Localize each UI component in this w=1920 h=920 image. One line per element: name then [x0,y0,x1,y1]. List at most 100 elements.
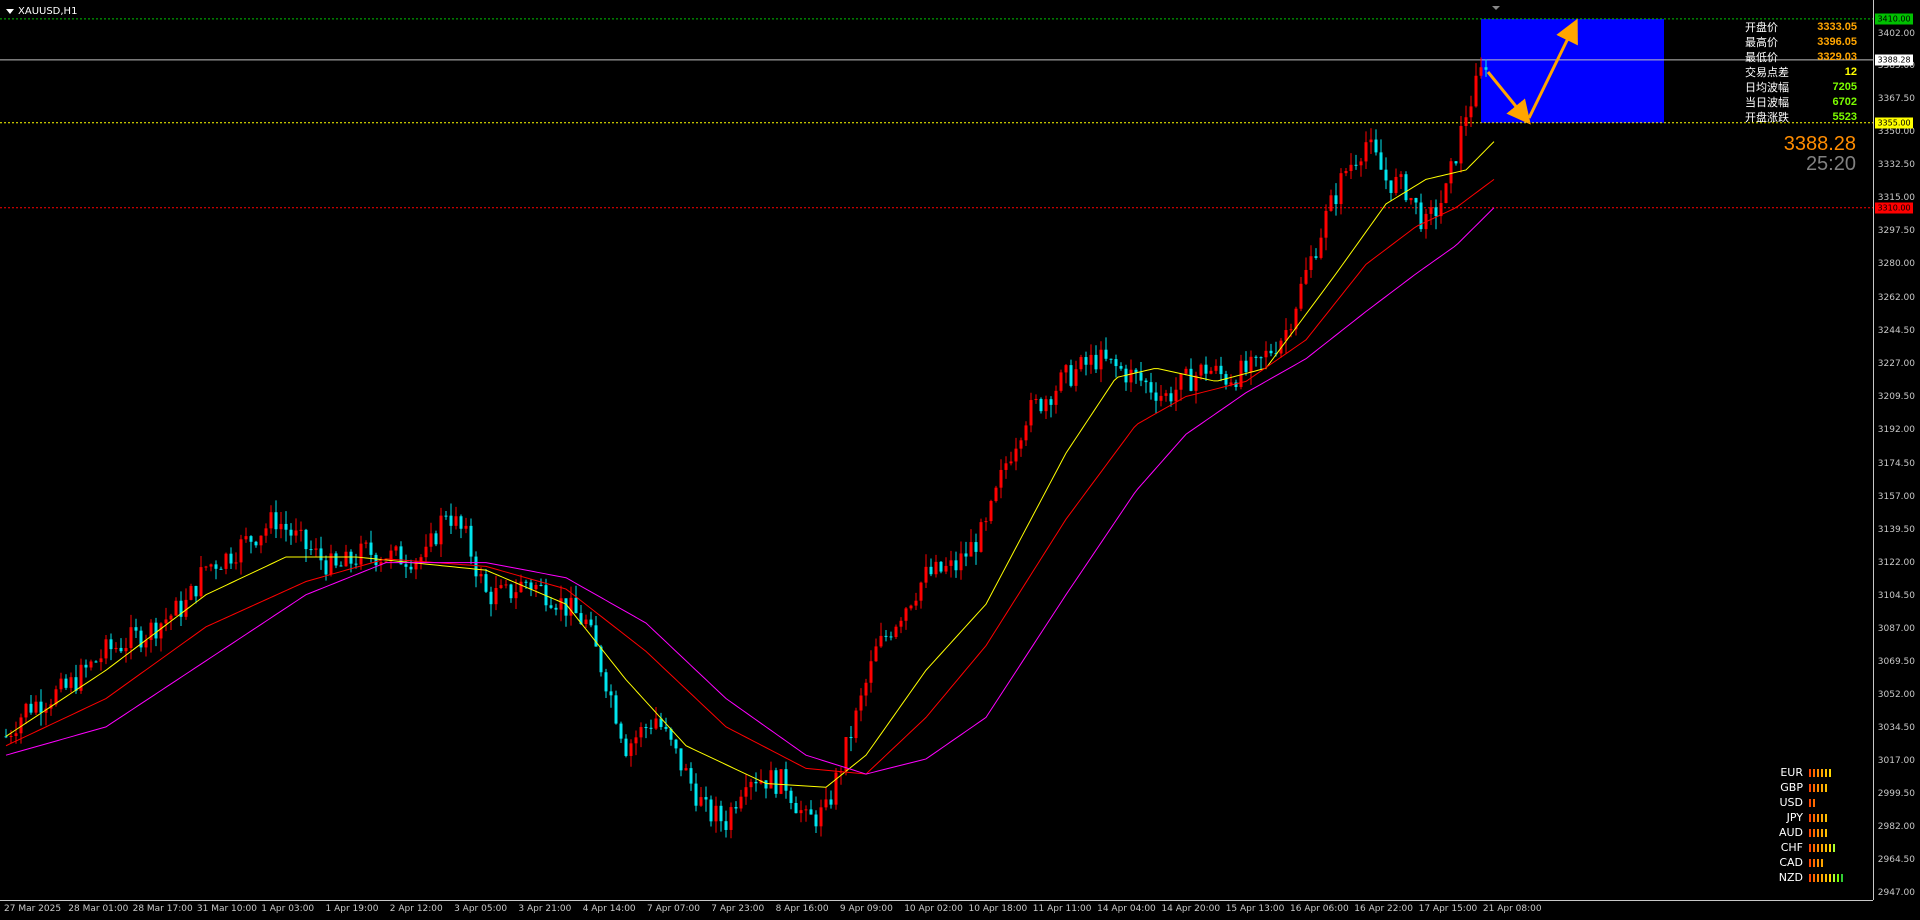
candle-body [979,522,983,552]
candle-body [459,516,463,529]
strength-bar-segment [1829,768,1831,777]
candle-body [1094,354,1098,370]
time-axis-label: 7 Apr 07:00 [647,904,700,914]
time-axis-label: 16 Apr 06:00 [1290,904,1349,914]
strength-bar-segment [1841,873,1843,882]
candle-body [789,790,793,804]
candle-body [1174,389,1178,402]
candle-body [999,469,1003,488]
candle-body [1154,392,1158,401]
time-axis-label: 9 Apr 09:00 [839,904,893,914]
candle-body [1024,425,1028,441]
price-axis-label: 3244.50 [1877,326,1915,337]
candle-body [1089,354,1093,365]
time-axis[interactable]: 27 Mar 2025 28 Mar 01:00 28 Mar 17:00 31 Ma… [0,900,1873,920]
currency-code: AUD [1778,826,1803,839]
forecast-zone [1481,18,1664,123]
info-row: 最高价 3396.05 [1745,35,1857,50]
candle-body [649,727,653,729]
candle-body [894,626,898,638]
time-axis-label: 11 Apr 11:00 [1032,904,1092,914]
price-axis-label: 3087.00 [1877,623,1915,634]
strength-bar-segment [1833,843,1835,852]
candle-body [1219,365,1223,375]
currency-strength-meter: EUR GBP USD JPY AUD CHF CAD NZD [1768,765,1843,885]
price-axis-label: 3402.00 [1877,29,1915,39]
candle-body [904,608,908,621]
price-chart-canvas[interactable] [0,0,1873,900]
candle-body [629,743,633,756]
candle-body [949,560,953,566]
candle-body [829,799,833,805]
candle-body [619,723,623,739]
strength-bar-segment [1817,873,1819,882]
candle-body [489,591,493,605]
candle-body [29,703,33,713]
candle-body [269,512,273,529]
info-row: 开盘涨跌 5523 [1745,110,1857,125]
candle-body [799,810,803,814]
shift-marker-icon [1492,6,1500,10]
candle-body [24,703,28,718]
candle-body [884,635,888,637]
info-value: 3329.03 [1817,51,1857,63]
candle-body [1404,174,1408,201]
candle-body [1014,448,1018,462]
candle-body [1019,440,1023,449]
candle-body [689,768,693,784]
candle-body [764,780,768,789]
candle-body [654,718,658,729]
candle-body [954,560,958,571]
candle-body [599,646,603,673]
candle-body [1324,210,1328,238]
symbol-timeframe-label: XAUUSD,H1 [18,6,78,17]
candle-body [1039,398,1043,412]
chart-menu-triangle-icon[interactable] [6,9,14,14]
time-axis-label: 15 Apr 13:00 [1225,904,1285,914]
candle-body [939,561,943,572]
price-axis-label: 3122.00 [1877,557,1915,568]
candle-body [1434,207,1438,217]
info-row: 日均波幅 7205 [1745,80,1857,95]
info-value: 12 [1844,66,1857,78]
candle-body [444,515,448,517]
chart-window[interactable]: XAUUSD,H1 开盘价 3333.05 最高价 3396.05 最低价 3329.03… [0,0,1920,919]
candle-body [439,515,443,545]
candle-body [289,529,293,536]
candle-body [1029,400,1033,426]
candle-body [304,529,308,550]
time-axis-label: 14 Apr 04:00 [1097,904,1156,914]
price-axis-label: 3227.00 [1877,359,1915,370]
time-axis-label: 10 Apr 02:00 [904,904,963,914]
candle-body [714,805,718,822]
candle-body [519,581,523,593]
symbol-info-panel: 开盘价 3333.05 最高价 3396.05 最低价 3329.03 交易点差 12 日均波幅… [1745,20,1857,125]
candle-body [1189,368,1193,391]
strength-bar-segment [1821,873,1823,882]
price-axis-label: 2947.00 [1877,888,1915,898]
time-axis-label: 2 Apr 12:00 [389,904,443,914]
candle-body [1144,380,1148,383]
candle-body [1319,237,1323,258]
price-axis-label: 3139.50 [1877,524,1915,535]
strength-bar-segment [1809,768,1811,777]
candle-body [1334,195,1338,205]
candle-body [514,592,518,599]
price-axis[interactable]: 3402.00 3385.00 3367.50 3350.00 3332.50 3315.… [1873,0,1920,900]
candle-body [1194,375,1198,391]
candle-body [729,807,733,830]
candle-body [194,585,198,597]
candle-body [124,647,128,652]
strength-bar-segment [1813,858,1815,867]
strength-bar-segment [1821,828,1823,837]
candle-body [364,542,368,544]
candle-body [474,556,478,577]
time-axis-label: 7 Apr 23:00 [711,904,765,914]
price-level-tag: 3355.00 [1875,117,1913,129]
candle-body [349,551,353,564]
candle-body [634,737,638,744]
candle-body [854,710,858,739]
candle-body [1249,356,1253,372]
candle-body [449,515,453,526]
candle-body [84,664,88,668]
